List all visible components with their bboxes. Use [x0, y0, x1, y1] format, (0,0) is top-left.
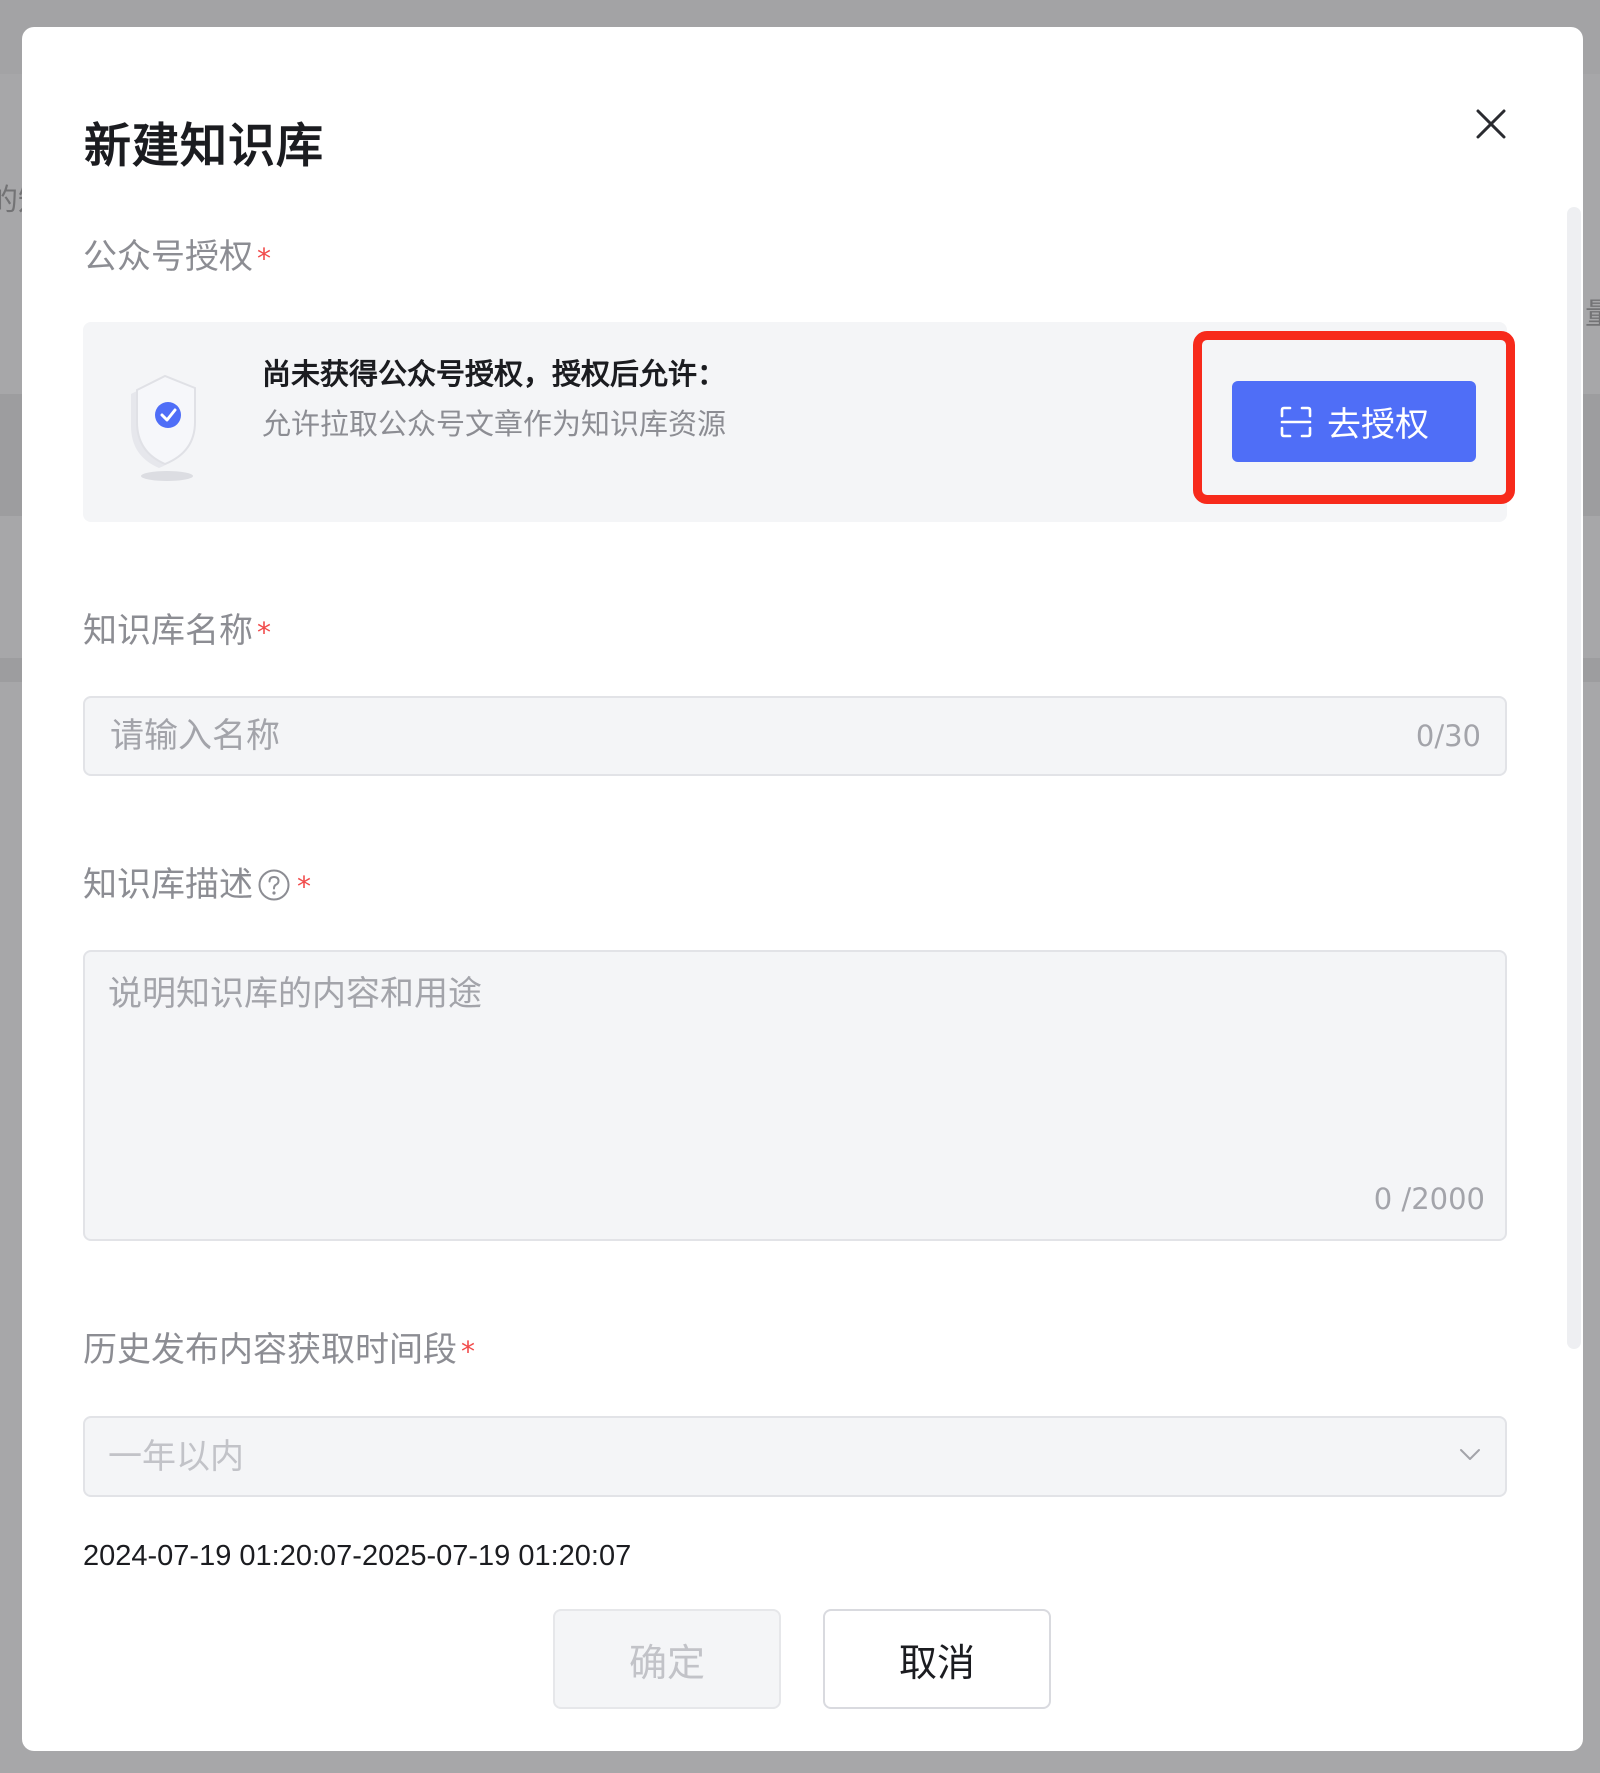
- create-knowledge-base-dialog: 新建知识库 公众号授权 * 尚未获得公众号授权，授权后允许： 允许拉取公众号文章…: [22, 27, 1583, 1751]
- account-auth-label-text: 公众号授权: [83, 237, 253, 277]
- dialog-title: 新建知识库: [84, 119, 324, 174]
- dialog-scrollbar[interactable]: [1567, 207, 1581, 1349]
- close-button[interactable]: [1464, 97, 1518, 151]
- history-field-label: 历史发布内容获取时间段 *: [83, 1328, 475, 1372]
- question-circle-icon[interactable]: [257, 868, 291, 902]
- required-mark: *: [257, 242, 271, 275]
- name-field-label-text: 知识库名称: [83, 611, 253, 651]
- authorize-button[interactable]: 去授权: [1232, 381, 1476, 462]
- cancel-button[interactable]: 取消: [823, 1609, 1051, 1709]
- scan-icon: [1280, 406, 1312, 437]
- chevron-down-icon: [1460, 1449, 1480, 1460]
- history-period-value: 一年以内: [108, 1437, 244, 1477]
- auth-notice-title: 尚未获得公众号授权，授权后允许：: [262, 357, 727, 391]
- history-field-label-text: 历史发布内容获取时间段: [83, 1330, 457, 1370]
- description-field-label-text: 知识库描述: [83, 865, 253, 905]
- authorize-button-label: 去授权: [1327, 405, 1429, 445]
- name-input-placeholder: 请输入名称: [110, 716, 280, 756]
- shield-icon: [131, 374, 196, 481]
- description-char-counter: 0 /2000: [1373, 1182, 1485, 1216]
- required-mark: *: [461, 1335, 475, 1368]
- confirm-button[interactable]: 确定: [553, 1609, 781, 1709]
- name-field-label: 知识库名称 *: [83, 609, 271, 653]
- close-icon: [1476, 109, 1506, 139]
- description-field-label: 知识库描述 *: [83, 863, 311, 907]
- account-auth-label: 公众号授权 *: [83, 235, 271, 279]
- name-input[interactable]: 请输入名称 0/30: [83, 696, 1507, 776]
- history-period-select[interactable]: 一年以内: [83, 1416, 1507, 1497]
- history-time-range: 2024-07-19 01:20:07-2025-07-19 01:20:07: [83, 1540, 632, 1572]
- auth-notice-description: 允许拉取公众号文章作为知识库资源: [262, 407, 727, 441]
- required-mark: *: [297, 870, 311, 903]
- description-placeholder: 说明知识库的内容和用途: [108, 974, 482, 1014]
- name-char-counter: 0/30: [1415, 719, 1481, 753]
- required-mark: *: [257, 616, 271, 649]
- backdrop-text: 量: [1585, 300, 1600, 330]
- description-textarea[interactable]: 说明知识库的内容和用途 0 /2000: [83, 950, 1507, 1241]
